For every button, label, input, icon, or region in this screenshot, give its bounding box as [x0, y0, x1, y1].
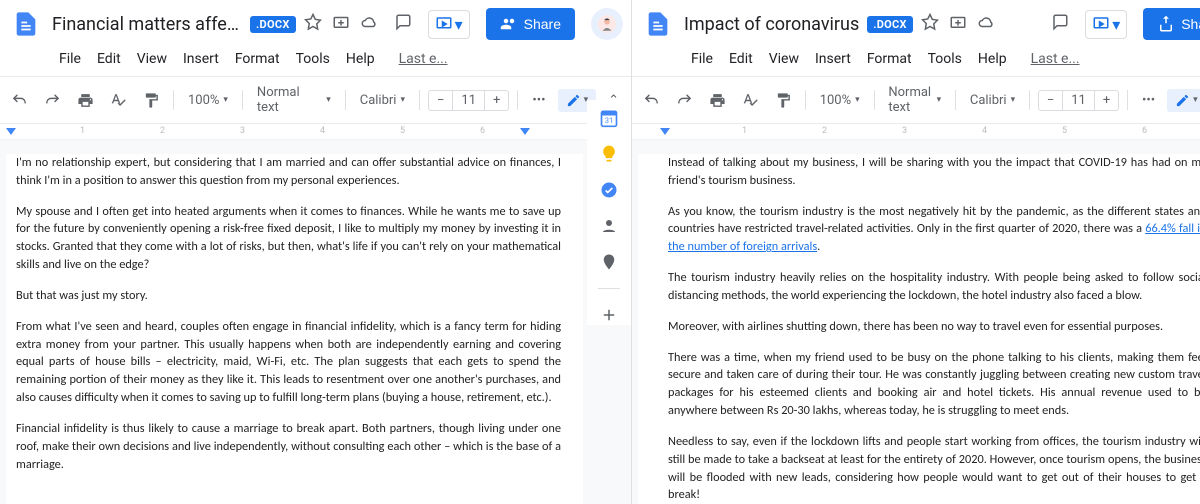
share-button[interactable]: Share — [486, 8, 575, 40]
svg-text:31: 31 — [605, 116, 613, 125]
paragraph[interactable]: From what I've seen and heard, couples o… — [16, 318, 561, 407]
style-select[interactable]: Normal text▾ — [251, 82, 337, 118]
font-size: − 11 + — [428, 90, 509, 111]
paragraph[interactable]: My spouse and I often get into heated ar… — [16, 203, 561, 274]
paragraph[interactable]: Instead of talking about my business, I … — [668, 154, 1200, 190]
star-icon[interactable] — [921, 13, 939, 35]
doc-title[interactable]: Financial matters affecti... — [52, 14, 242, 35]
undo-icon[interactable] — [638, 88, 665, 113]
menu-tools[interactable]: Tools — [921, 48, 969, 70]
maps-icon[interactable] — [599, 252, 619, 272]
menu-help[interactable]: Help — [339, 48, 382, 70]
menu-help[interactable]: Help — [971, 48, 1014, 70]
more-icon[interactable]: ••• — [1136, 90, 1161, 111]
side-panel: 31 — [587, 100, 631, 325]
font-select[interactable]: Calibri▾ — [964, 90, 1021, 111]
menu-view[interactable]: View — [130, 48, 174, 70]
doc-title[interactable]: Impact of coronavirus — [684, 14, 859, 35]
comment-history-icon[interactable] — [394, 13, 412, 35]
print-icon[interactable] — [704, 88, 731, 113]
paragraph[interactable]: I'm no relationship expert, but consider… — [16, 154, 561, 190]
font-size-value[interactable]: 11 — [453, 91, 485, 110]
keep-icon[interactable] — [599, 144, 619, 164]
paragraph[interactable]: Financial infidelity is thus likely to c… — [16, 420, 561, 473]
menu-edit[interactable]: Edit — [90, 48, 128, 70]
font-size-dec[interactable]: − — [429, 91, 453, 110]
font-size-inc[interactable]: + — [485, 91, 508, 110]
menubar: File Edit View Insert Format Tools Help … — [632, 48, 1200, 76]
more-icon[interactable]: ••• — [526, 90, 551, 111]
docx-badge: .DOCX — [250, 16, 296, 33]
last-edit-link[interactable]: Last e... — [1024, 48, 1087, 70]
spellcheck-icon[interactable] — [105, 88, 132, 113]
font-size: − 11 + — [1038, 90, 1119, 111]
present-button[interactable]: ▾ — [428, 10, 470, 39]
move-icon[interactable] — [949, 13, 967, 35]
paragraph[interactable]: There was a time, when my friend used to… — [668, 349, 1200, 420]
menu-tools[interactable]: Tools — [289, 48, 337, 70]
paint-format-icon[interactable] — [138, 88, 165, 113]
ruler[interactable]: 1 2 3 4 5 6 — [0, 124, 631, 140]
spellcheck-icon[interactable] — [737, 88, 764, 113]
font-size-dec[interactable]: − — [1039, 91, 1063, 110]
docx-badge: .DOCX — [867, 16, 913, 33]
menu-insert[interactable]: Insert — [176, 48, 226, 70]
menu-insert[interactable]: Insert — [808, 48, 858, 70]
toolbar: 100%▾ Normal text▾ Calibri▾ − 11 + ••• ▾… — [632, 76, 1200, 124]
user-avatar[interactable] — [591, 8, 623, 40]
font-size-value[interactable]: 11 — [1063, 91, 1095, 110]
menu-format[interactable]: Format — [860, 48, 919, 70]
paint-format-icon[interactable] — [770, 88, 797, 113]
add-panel-icon[interactable] — [599, 305, 619, 325]
zoom-select[interactable]: 100%▾ — [182, 90, 234, 111]
docs-logo[interactable] — [8, 6, 44, 42]
print-icon[interactable] — [72, 88, 99, 113]
tasks-icon[interactable] — [599, 180, 619, 200]
menu-view[interactable]: View — [762, 48, 806, 70]
undo-icon[interactable] — [6, 88, 33, 113]
paragraph[interactable]: But that was just my story. — [16, 287, 561, 305]
document-page[interactable]: I'm no relationship expert, but consider… — [6, 154, 583, 504]
menu-format[interactable]: Format — [228, 48, 287, 70]
redo-icon[interactable] — [39, 88, 66, 113]
document-area[interactable]: Instead of talking about my business, I … — [632, 140, 1200, 504]
menu-file[interactable]: File — [684, 48, 720, 70]
paragraph[interactable]: The tourism industry heavily relies on t… — [668, 269, 1200, 305]
star-icon[interactable] — [304, 13, 322, 35]
menu-file[interactable]: File — [52, 48, 88, 70]
docs-logo[interactable] — [640, 6, 676, 42]
cloud-icon[interactable] — [360, 13, 378, 35]
present-button[interactable]: ▾ — [1085, 10, 1127, 39]
paragraph[interactable]: Needless to say, even if the lockdown li… — [668, 433, 1200, 504]
cloud-icon[interactable] — [977, 13, 995, 35]
document-area[interactable]: I'm no relationship expert, but consider… — [0, 140, 631, 504]
document-page[interactable]: Instead of talking about my business, I … — [638, 154, 1200, 504]
font-size-inc[interactable]: + — [1095, 91, 1118, 110]
toolbar: 100%▾ Normal text▾ Calibri▾ − 11 + ••• ▾… — [0, 76, 631, 124]
last-edit-link[interactable]: Last e... — [392, 48, 455, 70]
comment-history-icon[interactable] — [1051, 13, 1069, 35]
menu-edit[interactable]: Edit — [722, 48, 760, 70]
contacts-icon[interactable] — [599, 216, 619, 236]
share-button[interactable]: Share — [1143, 8, 1200, 40]
zoom-select[interactable]: 100%▾ — [814, 90, 866, 111]
font-select[interactable]: Calibri▾ — [354, 90, 411, 111]
paragraph[interactable]: As you know, the tourism industry is the… — [668, 203, 1200, 256]
ruler[interactable]: 1 2 3 4 5 6 — [632, 124, 1200, 140]
move-icon[interactable] — [332, 13, 350, 35]
menubar: File Edit View Insert Format Tools Help … — [0, 48, 631, 76]
style-select[interactable]: Normal text▾ — [882, 82, 947, 118]
editing-mode-button[interactable]: ▾ — [1167, 89, 1200, 112]
calendar-icon[interactable]: 31 — [599, 108, 619, 128]
redo-icon[interactable] — [671, 88, 698, 113]
paragraph[interactable]: Moreover, with airlines shutting down, t… — [668, 318, 1200, 336]
